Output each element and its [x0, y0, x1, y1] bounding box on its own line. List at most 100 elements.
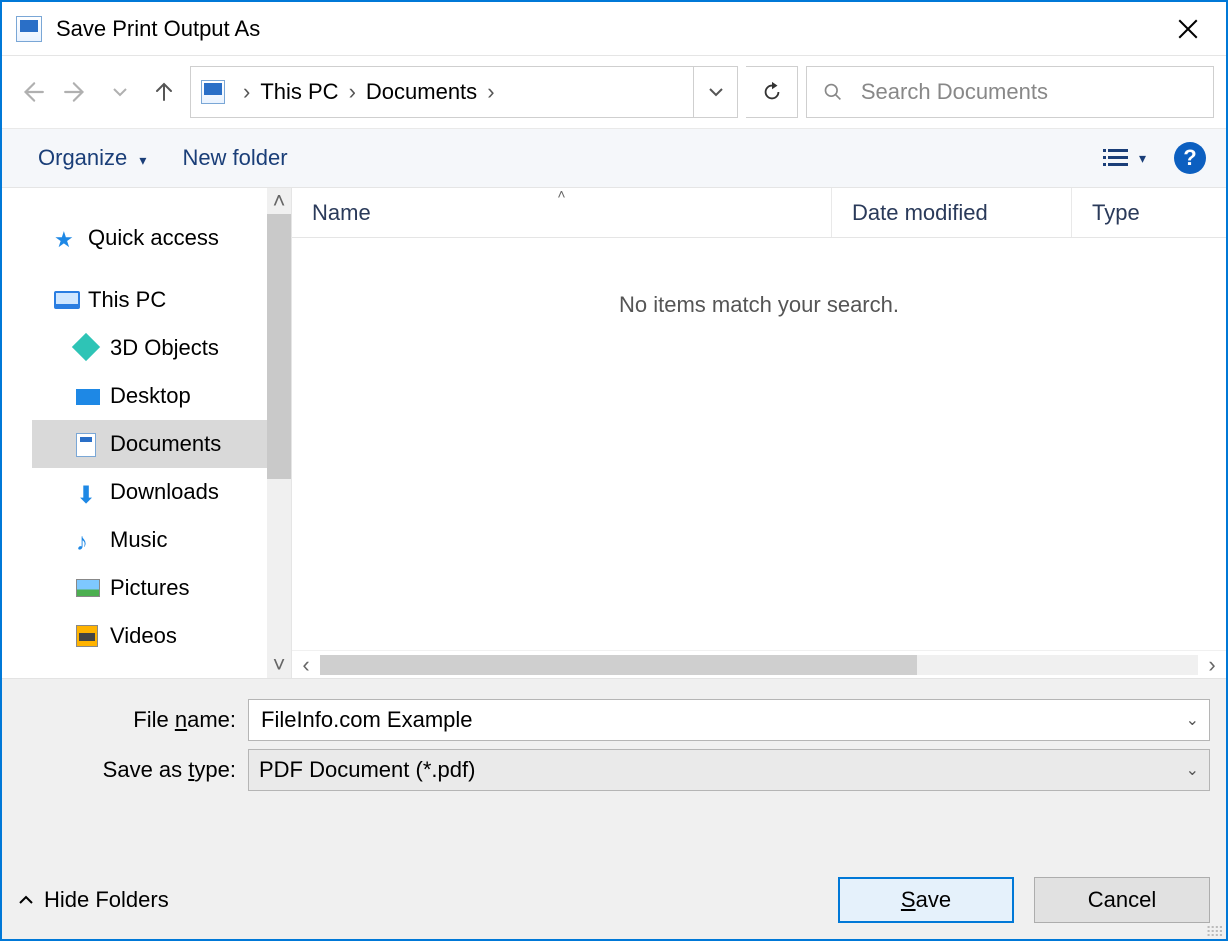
column-headers: ˄ Name Date modified Type — [292, 188, 1226, 238]
recent-locations-button[interactable] — [102, 74, 138, 110]
star-icon: ★ — [54, 227, 78, 249]
pictures-icon — [76, 577, 100, 599]
music-icon: ♪ — [76, 529, 100, 551]
chevron-up-icon — [18, 892, 34, 908]
empty-message: No items match your search. — [292, 238, 1226, 318]
close-button[interactable] — [1158, 7, 1218, 51]
chevron-down-icon — [112, 84, 128, 100]
cancel-button[interactable]: Cancel — [1034, 877, 1210, 923]
scroll-thumb[interactable] — [267, 214, 291, 479]
sidebar-item-quick-access[interactable]: ★ Quick access — [32, 214, 291, 262]
download-icon: ⬇ — [76, 481, 100, 503]
sidebar-item-3d-objects[interactable]: 3D Objects — [32, 324, 291, 372]
save-dialog-window: Save Print Output As › This PC › Documen… — [0, 0, 1228, 941]
scroll-track[interactable] — [320, 655, 1198, 675]
hide-folders-button[interactable]: Hide Folders — [18, 887, 169, 913]
address-dropdown[interactable] — [693, 67, 737, 117]
saveastype-field[interactable]: PDF Document (*.pdf) ⌄ — [248, 749, 1210, 791]
breadcrumb-separator: › — [233, 79, 260, 105]
horizontal-scrollbar[interactable]: ‹ › — [292, 650, 1226, 678]
sidebar-item-desktop[interactable]: Desktop — [32, 372, 291, 420]
chevron-down-icon[interactable]: ⌄ — [1186, 710, 1199, 730]
videos-icon — [76, 625, 100, 647]
organize-label: Organize — [38, 145, 127, 170]
sidebar-scrollbar[interactable]: ˄ ˅ — [267, 188, 291, 678]
help-button[interactable]: ? — [1174, 142, 1206, 174]
breadcrumb-separator: › — [477, 79, 504, 105]
details-view-icon — [1103, 147, 1129, 169]
chevron-down-icon: ▾ — [133, 152, 146, 168]
scroll-down-arrow[interactable]: ˅ — [267, 652, 291, 678]
chevron-down-icon[interactable]: ⌄ — [1186, 760, 1199, 780]
folder-icon — [201, 80, 225, 104]
scroll-left-arrow[interactable]: ‹ — [292, 652, 320, 678]
organize-button[interactable]: Organize ▾ — [38, 145, 146, 171]
column-header-name[interactable]: ˄ Name — [292, 188, 832, 237]
chevron-down-icon — [708, 84, 724, 100]
filename-label: File name: — [18, 707, 248, 733]
document-icon — [16, 16, 42, 42]
view-options-button[interactable]: ▾ — [1103, 147, 1146, 169]
file-list-pane: ˄ Name Date modified Type No items match… — [292, 188, 1226, 678]
scroll-right-arrow[interactable]: › — [1198, 652, 1226, 678]
sidebar-item-label: Desktop — [110, 383, 191, 409]
sort-caret-icon: ˄ — [557, 186, 565, 202]
sidebar-item-documents[interactable]: Documents — [32, 420, 291, 468]
desktop-icon — [76, 385, 100, 407]
arrow-right-icon — [63, 79, 89, 105]
sidebar-item-label: Downloads — [110, 479, 219, 505]
column-header-date-modified[interactable]: Date modified — [832, 188, 1072, 237]
button-row: Hide Folders Save Cancel — [18, 877, 1210, 923]
saveastype-value: PDF Document (*.pdf) — [259, 757, 475, 783]
chevron-down-icon: ▾ — [1139, 150, 1146, 167]
main-area: ★ Quick access This PC 3D Objects Deskto… — [2, 188, 1226, 678]
new-folder-button[interactable]: New folder — [182, 145, 287, 171]
sidebar-item-label: Music — [110, 527, 167, 553]
column-label: Date modified — [852, 200, 988, 226]
search-input[interactable] — [859, 78, 1197, 106]
sidebar-item-downloads[interactable]: ⬇ Downloads — [32, 468, 291, 516]
computer-icon — [54, 289, 78, 311]
up-button[interactable] — [146, 74, 182, 110]
address-bar[interactable]: › This PC › Documents › — [190, 66, 738, 118]
breadcrumb-documents[interactable]: Documents — [366, 79, 477, 105]
search-icon — [823, 81, 843, 103]
breadcrumb-this-pc[interactable]: This PC — [260, 79, 338, 105]
column-header-type[interactable]: Type — [1072, 188, 1226, 237]
sidebar-item-label: Pictures — [110, 575, 189, 601]
scroll-thumb[interactable] — [320, 655, 917, 675]
scroll-up-arrow[interactable]: ˄ — [267, 188, 291, 214]
back-button[interactable] — [14, 74, 50, 110]
forward-button[interactable] — [58, 74, 94, 110]
column-label: Name — [312, 200, 371, 226]
refresh-icon — [761, 81, 783, 103]
navigation-row: › This PC › Documents › — [2, 56, 1226, 128]
sidebar-item-label: Documents — [110, 431, 221, 457]
filename-field[interactable]: ⌄ — [248, 699, 1210, 741]
sidebar-item-label: This PC — [88, 287, 166, 313]
close-icon — [1178, 19, 1198, 39]
filename-input[interactable] — [259, 706, 1199, 734]
saveastype-label: Save as type: — [18, 757, 248, 783]
window-title: Save Print Output As — [56, 16, 260, 42]
search-box[interactable] — [806, 66, 1214, 118]
sidebar-item-videos[interactable]: Videos — [32, 612, 291, 660]
document-icon — [76, 433, 100, 455]
cancel-label: Cancel — [1088, 887, 1156, 913]
sidebar-item-this-pc[interactable]: This PC — [32, 276, 291, 324]
sidebar-item-pictures[interactable]: Pictures — [32, 564, 291, 612]
cube-icon — [76, 337, 100, 359]
bottom-panel: File name: ⌄ Save as type: PDF Document … — [2, 678, 1226, 939]
sidebar-item-label: Videos — [110, 623, 177, 649]
hide-folders-label: Hide Folders — [44, 887, 169, 913]
breadcrumb-separator: › — [339, 79, 366, 105]
filename-row: File name: ⌄ — [18, 699, 1210, 741]
save-button[interactable]: Save — [838, 877, 1014, 923]
arrow-left-icon — [19, 79, 45, 105]
sidebar-item-music[interactable]: ♪ Music — [32, 516, 291, 564]
refresh-button[interactable] — [746, 66, 798, 118]
column-label: Type — [1092, 200, 1140, 226]
toolbar: Organize ▾ New folder ▾ ? — [2, 128, 1226, 188]
sidebar-item-label: 3D Objects — [110, 335, 219, 361]
titlebar: Save Print Output As — [2, 2, 1226, 56]
